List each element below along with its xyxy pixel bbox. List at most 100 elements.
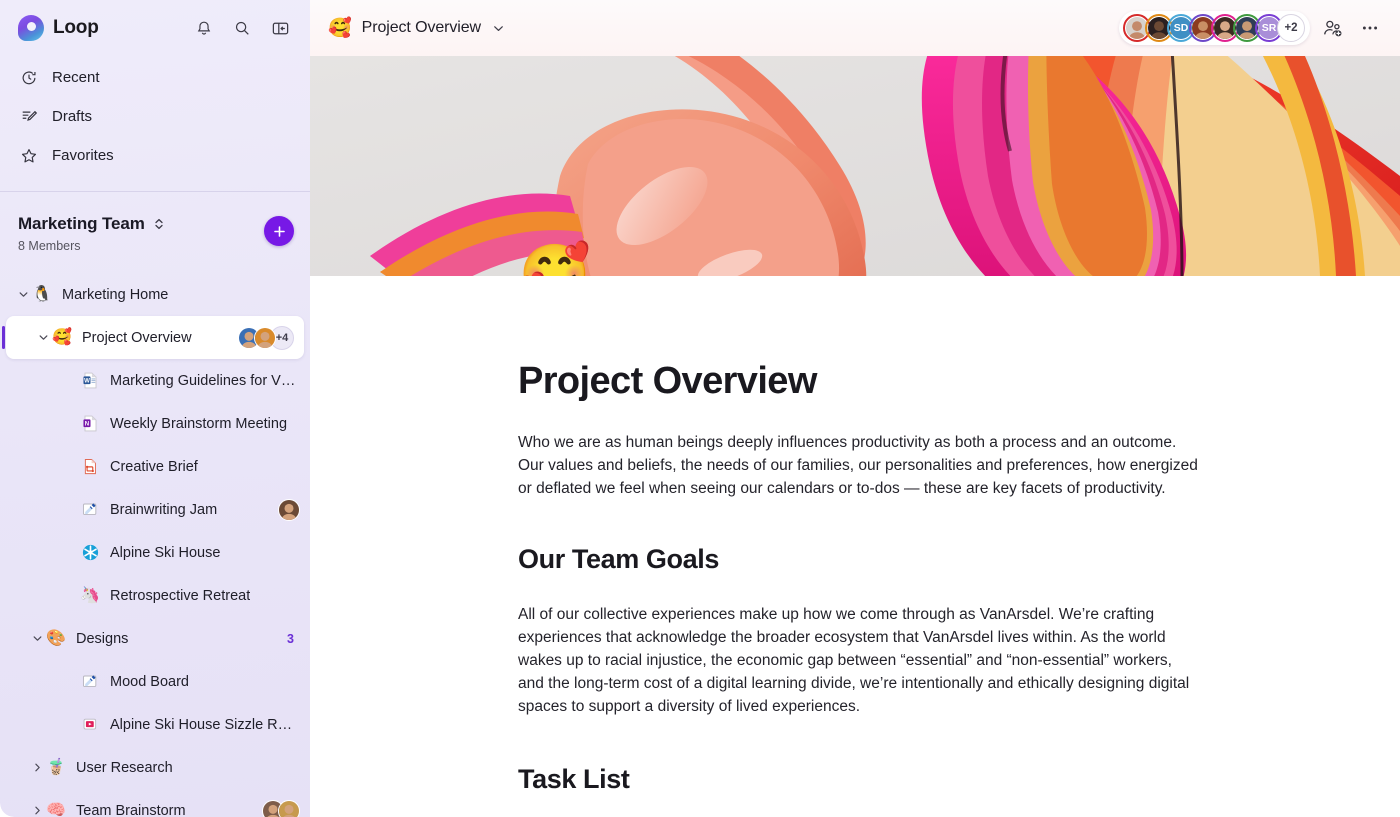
chevron-down-icon[interactable] [34, 329, 52, 347]
whiteboard-icon [80, 500, 100, 520]
whiteboard-icon [80, 672, 100, 692]
add-page-button[interactable] [264, 216, 294, 246]
tree-item-count-badge: 3 [287, 631, 294, 646]
main-content: 🥰 Project Overview SD SR +2 🥰 Project Ov… [310, 0, 1400, 817]
tree-item-label: Designs [76, 630, 129, 647]
tree-item-avatars[interactable] [278, 498, 300, 521]
sidebar-header: Loop [0, 0, 310, 56]
sidebar-item-recent[interactable]: Recent [0, 58, 310, 97]
sidebar-item-label: Recent [52, 69, 100, 86]
sidebar-header-actions [190, 14, 294, 42]
tree-item-label: Mood Board [110, 673, 189, 690]
tree-item-retrospective-retreat[interactable]: 🦄 Retrospective Retreat [0, 574, 310, 617]
chevron-up-down-icon[interactable] [153, 217, 165, 231]
sidebar-item-drafts[interactable]: Drafts [0, 97, 310, 136]
tree-item-meta: +4 [238, 325, 294, 350]
tree-item-user-research[interactable]: 🧋 User Research [0, 746, 310, 789]
tree-item-alpine-ski-house[interactable]: Alpine Ski House [0, 531, 310, 574]
avatar [278, 799, 300, 817]
tree-item-avatars[interactable]: +4 [238, 325, 294, 350]
search-icon[interactable] [228, 14, 256, 42]
tree-item-emoji-icon: 🦄 [80, 586, 100, 604]
sidebar: Loop Recent Drafts Favorites Marketing T… [0, 0, 310, 817]
avatar [278, 498, 300, 521]
document-topbar: 🥰 Project Overview SD SR +2 [310, 0, 1400, 56]
tree-item-avatars[interactable] [262, 799, 300, 817]
document-title-breadcrumb[interactable]: Project Overview [362, 19, 481, 37]
loop-page-icon [80, 457, 100, 477]
tree-item-label: Weekly Brainstorm Meeting [110, 415, 288, 432]
tree-item-meta [262, 799, 300, 817]
chevron-right-icon[interactable] [28, 759, 46, 777]
tree-item-team-brainstorm[interactable]: 🧠 Team Brainstorm [0, 789, 310, 817]
onenote-icon: N [80, 414, 100, 434]
tree-item-label: Retrospective Retreat [110, 587, 251, 604]
document-cover-emoji[interactable]: 🥰 [518, 238, 592, 276]
collaborator-facepile[interactable]: SD SR +2 [1119, 11, 1310, 45]
sidebar-item-label: Favorites [52, 147, 114, 164]
page-title: Project Overview [518, 360, 817, 402]
tree-item-creative-brief[interactable]: Creative Brief [0, 445, 310, 488]
chevron-down-icon[interactable] [14, 286, 32, 304]
workspace-member-count: 8 Members [18, 239, 81, 253]
tree-item-marketing-home[interactable]: 🐧 Marketing Home [0, 273, 310, 316]
tree-item-label: Alpine Ski House Sizzle Re… [110, 716, 300, 733]
svg-text:N: N [84, 420, 88, 427]
loop-app-window: Loop Recent Drafts Favorites Marketing T… [0, 0, 1400, 817]
workspace-title: Marketing Team [18, 214, 145, 233]
more-options-icon[interactable] [1354, 12, 1386, 44]
primary-nav: Recent Drafts Favorites [0, 56, 310, 187]
intro-paragraph: Who we are as human beings deeply influe… [518, 434, 1198, 497]
tree-item-emoji-icon: 🐧 [32, 285, 52, 303]
collapse-panel-icon[interactable] [266, 14, 294, 42]
tree-item-emoji-icon: 🧋 [46, 758, 66, 776]
tree-item-project-overview[interactable]: 🥰 Project Overview +4 [2, 316, 304, 359]
star-icon [18, 145, 40, 167]
chevron-down-icon[interactable] [28, 630, 46, 648]
chevron-down-icon[interactable] [491, 21, 506, 36]
svg-text:W: W [84, 377, 90, 384]
workspace-header: Marketing Team 8 Members [0, 192, 310, 259]
video-icon [80, 715, 100, 735]
tree-item-emoji-icon: 🥰 [52, 328, 72, 346]
tree-item-label: Team Brainstorm [76, 802, 186, 817]
tree-item-meta: 3 [287, 632, 300, 646]
tree-item-emoji-icon: 🎨 [46, 629, 66, 647]
tree-item-label: Creative Brief [110, 458, 198, 475]
document-emoji-icon: 🥰 [328, 17, 352, 39]
tree-item-label: Brainwriting Jam [110, 501, 218, 518]
document-cover-image[interactable]: 🥰 [310, 56, 1400, 276]
page-tree: 🐧 Marketing Home 🥰 Project Overview +4 W Mark… [0, 259, 310, 817]
task-list-heading: Task List [518, 764, 630, 794]
tree-item-label: Marketing Home [62, 286, 169, 303]
word-doc-icon: W [80, 371, 100, 391]
tree-item-meta [278, 498, 300, 521]
chevron-right-icon[interactable] [28, 802, 46, 817]
tree-item-label: Marketing Guidelines for V… [110, 372, 296, 389]
team-goals-paragraph: All of our collective experiences make u… [518, 606, 1190, 715]
tree-item-label: Project Overview [82, 329, 192, 346]
tree-item-weekly-brainstorm-meeting[interactable]: N Weekly Brainstorm Meeting [0, 402, 310, 445]
tree-item-mood-board[interactable]: Mood Board [0, 660, 310, 703]
avatar [254, 326, 276, 349]
tree-item-brainwriting-jam[interactable]: Brainwriting Jam [0, 488, 310, 531]
facepile-overflow-count[interactable]: +2 [1277, 14, 1305, 42]
tree-item-alpine-ski-house-sizzle-re[interactable]: Alpine Ski House Sizzle Re… [0, 703, 310, 746]
drafts-icon [18, 106, 40, 128]
notifications-bell-icon[interactable] [190, 14, 218, 42]
tree-item-designs[interactable]: 🎨 Designs 3 [0, 617, 310, 660]
loop-logo-icon [18, 15, 44, 41]
add-people-icon[interactable] [1316, 12, 1348, 44]
tree-item-emoji-icon: 🧠 [46, 801, 66, 817]
topbar-actions: SD SR +2 [1119, 11, 1386, 45]
cover-artwork [310, 56, 1400, 276]
tree-item-marketing-guidelines-for-v[interactable]: W Marketing Guidelines for V… [0, 359, 310, 402]
sidebar-item-favorites[interactable]: Favorites [0, 136, 310, 175]
sidebar-item-label: Drafts [52, 108, 93, 125]
